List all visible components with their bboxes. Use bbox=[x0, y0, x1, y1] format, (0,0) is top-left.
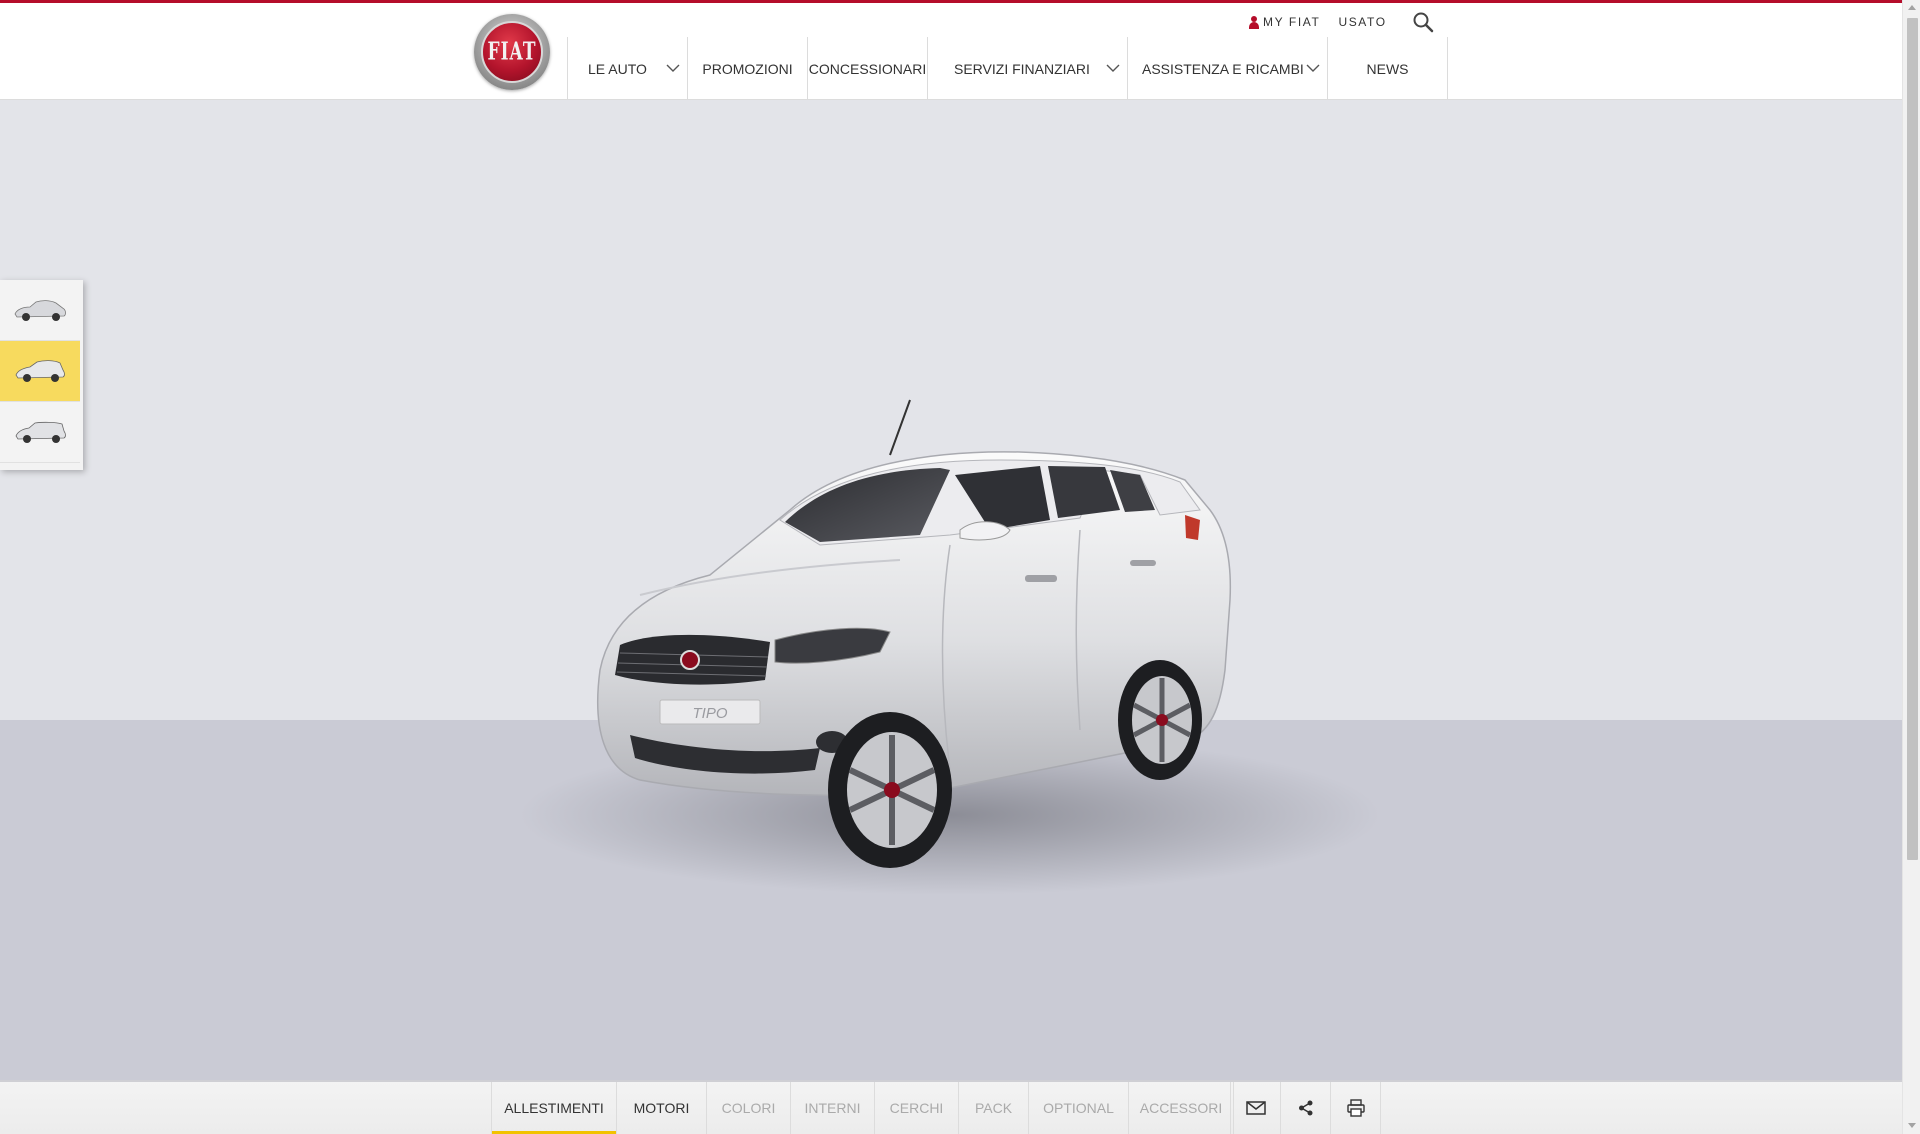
share-button[interactable] bbox=[1281, 1082, 1331, 1134]
nav-item-label: LE AUTO bbox=[588, 60, 647, 77]
logo-text: FIAT bbox=[487, 37, 537, 67]
tab-label: ALLESTIMENTI bbox=[504, 1100, 604, 1116]
fiat-logo[interactable]: FIAT bbox=[474, 14, 550, 90]
scrollbar-thumb[interactable] bbox=[1907, 18, 1918, 860]
tab-label: CERCHI bbox=[889, 1100, 944, 1116]
utility-bar: MY FIAT USATO bbox=[1248, 11, 1387, 33]
tab-allestimenti[interactable]: ALLESTIMENTI bbox=[491, 1082, 617, 1134]
my-fiat-link[interactable]: MY FIAT bbox=[1248, 15, 1320, 29]
body-style-hatchback[interactable] bbox=[0, 341, 80, 402]
chevron-down-icon bbox=[1306, 64, 1320, 72]
tab-label: INTERNI bbox=[804, 1100, 861, 1116]
tab-motori[interactable]: MOTORI bbox=[617, 1082, 707, 1134]
tab-label: PACK bbox=[974, 1100, 1013, 1116]
print-button[interactable] bbox=[1331, 1082, 1381, 1134]
chevron-down-icon bbox=[666, 64, 680, 72]
configurator-tabs: ALLESTIMENTI MOTORI COLORI INTERNI CERCH… bbox=[491, 1082, 1234, 1134]
front-wheel bbox=[828, 712, 952, 868]
nav-item-le-auto[interactable]: LE AUTO bbox=[568, 37, 688, 100]
body-style-selector bbox=[0, 280, 83, 470]
model-badge-text: TIPO bbox=[692, 705, 727, 722]
tab-colori[interactable]: COLORI bbox=[707, 1082, 791, 1134]
car-configurator-stage: TIPO bbox=[0, 100, 1902, 1080]
tab-cerchi[interactable]: CERCHI bbox=[875, 1082, 959, 1134]
my-fiat-label: MY FIAT bbox=[1263, 15, 1321, 29]
tab-accessori[interactable]: ACCESSORI bbox=[1129, 1082, 1234, 1134]
logo-badge: FIAT bbox=[481, 21, 543, 83]
usato-link[interactable]: USATO bbox=[1338, 15, 1386, 29]
nav-item-servizi-finanziari[interactable]: SERVIZI FINANZIARI bbox=[928, 37, 1128, 100]
sedan-icon bbox=[14, 300, 66, 321]
site-header: FIAT MY FIAT USATO LE AUTO PROMOZIONI CO… bbox=[0, 3, 1902, 100]
email-button[interactable] bbox=[1231, 1082, 1281, 1134]
page-scrollbar[interactable] bbox=[1902, 0, 1920, 1134]
print-icon bbox=[1346, 1099, 1365, 1117]
tab-label: OPTIONAL bbox=[1043, 1100, 1114, 1116]
nav-item-news[interactable]: NEWS bbox=[1328, 37, 1448, 100]
tab-label: COLORI bbox=[721, 1100, 776, 1116]
scroll-down-arrow-icon[interactable] bbox=[1908, 1123, 1916, 1128]
tab-label: ACCESSORI bbox=[1139, 1100, 1223, 1116]
mail-icon bbox=[1245, 1101, 1266, 1115]
tab-label: MOTORI bbox=[633, 1100, 690, 1116]
station-wagon-icon bbox=[15, 421, 66, 443]
nav-item-label: CONCESSIONARI bbox=[808, 60, 927, 77]
tab-pack[interactable]: PACK bbox=[959, 1082, 1029, 1134]
tool-buttons bbox=[1230, 1082, 1381, 1134]
configurator-tab-bar: ALLESTIMENTI MOTORI COLORI INTERNI CERCH… bbox=[0, 1080, 1902, 1134]
rear-wheel bbox=[1118, 660, 1202, 780]
nav-item-promozioni[interactable]: PROMOZIONI bbox=[688, 37, 808, 100]
body-style-station-wagon[interactable] bbox=[0, 402, 80, 463]
search-icon[interactable] bbox=[1412, 11, 1434, 33]
nav-item-concessionari[interactable]: CONCESSIONARI bbox=[808, 37, 928, 100]
usato-label: USATO bbox=[1338, 15, 1387, 29]
share-icon bbox=[1298, 1100, 1312, 1116]
nav-item-label: NEWS bbox=[1366, 60, 1409, 77]
nav-item-assistenza-ricambi[interactable]: ASSISTENZA E RICAMBI bbox=[1128, 37, 1328, 100]
body-style-sedan[interactable] bbox=[0, 280, 80, 341]
nav-item-label: PROMOZIONI bbox=[702, 60, 793, 77]
hatchback-icon bbox=[15, 360, 65, 382]
main-nav: LE AUTO PROMOZIONI CONCESSIONARI SERVIZI… bbox=[567, 37, 1448, 100]
nav-item-label: ASSISTENZA E RICAMBI bbox=[1142, 60, 1304, 77]
car-render[interactable]: TIPO bbox=[520, 370, 1420, 930]
scroll-up-arrow-icon[interactable] bbox=[1908, 5, 1916, 10]
nav-item-label: SERVIZI FINANZIARI bbox=[954, 60, 1090, 77]
tab-interni[interactable]: INTERNI bbox=[791, 1082, 875, 1134]
user-icon bbox=[1248, 15, 1260, 29]
tab-optional[interactable]: OPTIONAL bbox=[1029, 1082, 1129, 1134]
chevron-down-icon bbox=[1106, 64, 1120, 72]
